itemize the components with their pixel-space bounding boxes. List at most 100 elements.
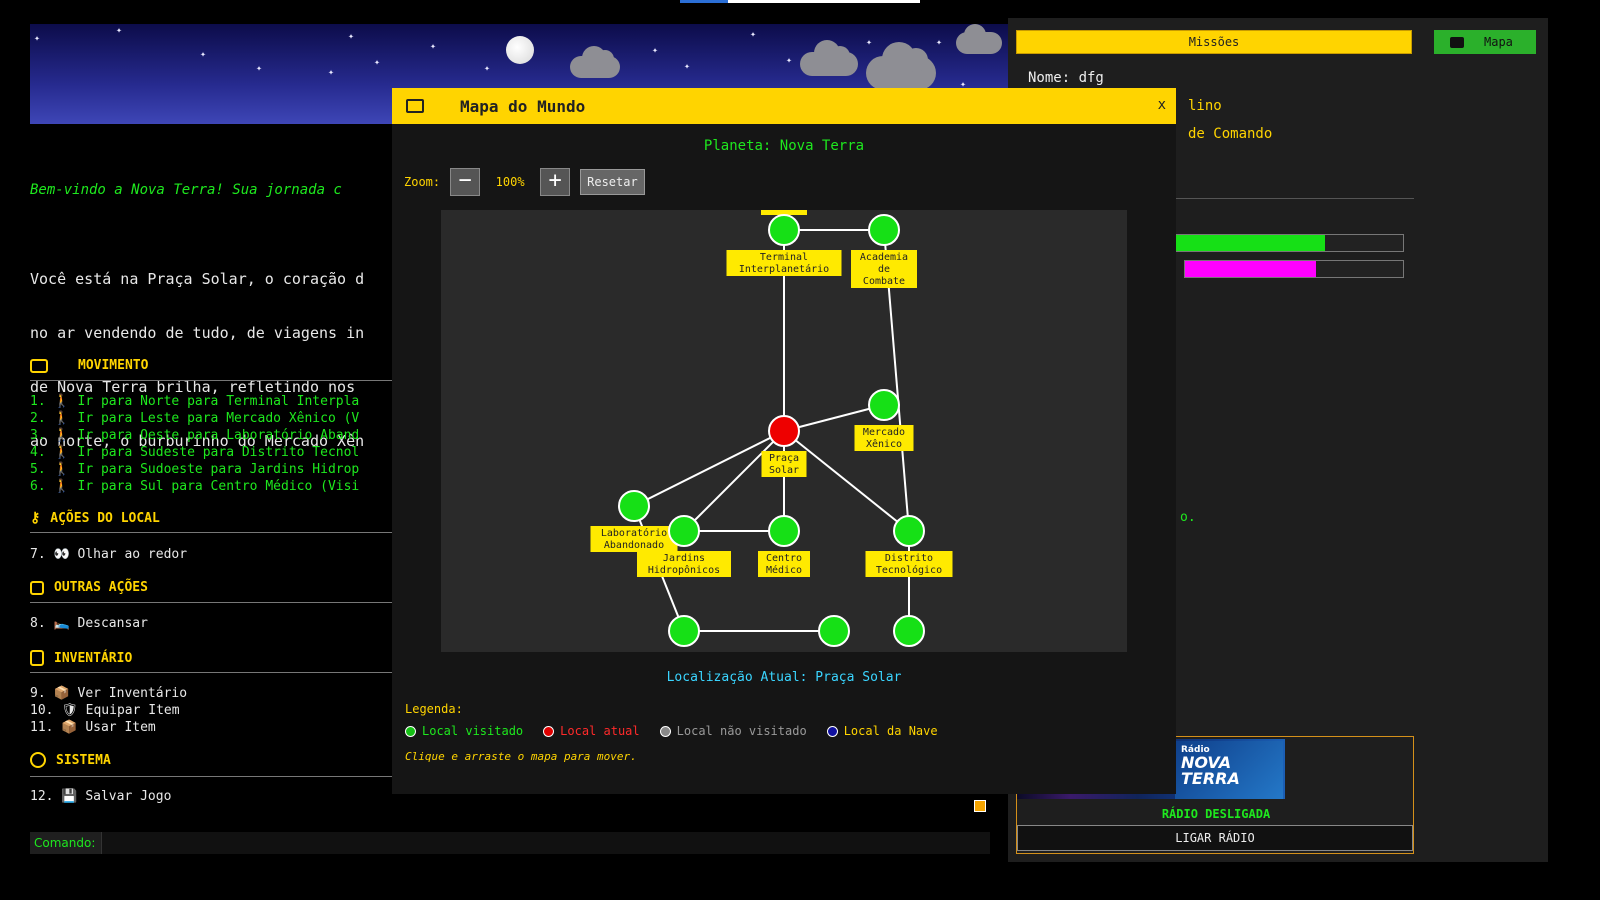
map-node-s2[interactable] bbox=[818, 615, 850, 647]
energy-bar bbox=[1184, 260, 1404, 278]
map-node-label: de bbox=[878, 264, 890, 275]
map-node-label: Centro bbox=[766, 553, 802, 564]
inventory-option[interactable]: 10. 🛡 Equipar Item bbox=[30, 703, 180, 718]
cloud-icon bbox=[956, 24, 1002, 54]
tab-missoes[interactable]: Missões bbox=[1016, 30, 1412, 54]
section-inventario: INVENTÁRIO bbox=[30, 650, 132, 666]
map-icon bbox=[30, 358, 48, 373]
map-node-s3[interactable] bbox=[893, 615, 925, 647]
player-info-line: lino bbox=[1188, 98, 1222, 114]
zoom-label: Zoom: bbox=[404, 175, 441, 189]
tab-mapa-label: Mapa bbox=[1484, 35, 1513, 49]
zoom-in-button[interactable]: + bbox=[540, 168, 571, 196]
command-bar: Comando: bbox=[30, 832, 990, 854]
player-info-line: de Comando bbox=[1188, 126, 1273, 142]
map-node-label: Médico bbox=[766, 564, 802, 576]
map-node-terminal[interactable] bbox=[768, 214, 800, 246]
map-node-centro[interactable] bbox=[768, 515, 800, 547]
reset-zoom-button[interactable]: Resetar bbox=[580, 169, 645, 195]
legend-item: Local da Nave bbox=[826, 724, 938, 738]
legend-title: Legenda: bbox=[405, 702, 463, 716]
command-label: Comando: bbox=[30, 832, 103, 854]
unvisited-dot-icon bbox=[659, 725, 671, 737]
legend-item: Local atual bbox=[543, 724, 640, 738]
map-node-label: Distrito bbox=[885, 553, 933, 564]
map-icon bbox=[1450, 36, 1464, 48]
map-node-laboratorio[interactable] bbox=[618, 490, 650, 522]
other-action-option[interactable]: 8. 🛌 Descansar bbox=[30, 616, 148, 631]
section-title: SISTEMA bbox=[56, 752, 111, 768]
map-node-mercado[interactable] bbox=[868, 389, 900, 421]
current-dot-icon bbox=[543, 725, 555, 737]
player-name: Nome: dfg bbox=[1028, 70, 1104, 86]
map-node-label: Academia bbox=[860, 252, 908, 263]
map-node-distrito[interactable] bbox=[893, 515, 925, 547]
legend-label: Local da Nave bbox=[843, 724, 938, 738]
health-bar bbox=[1158, 234, 1404, 252]
map-node-label: Interplanetário bbox=[739, 263, 829, 275]
map-canvas[interactable]: Terminal Interplanetário Academia de Combate… bbox=[441, 210, 1127, 652]
radio-toggle-button[interactable]: LIGAR RÁDIO bbox=[1017, 825, 1413, 851]
inventory-option[interactable]: 9. 📦 Ver Inventário bbox=[30, 686, 187, 701]
top-progress-indicator bbox=[680, 0, 920, 3]
health-bar-fill bbox=[1159, 235, 1325, 251]
map-hint: Clique e arraste o mapa para mover. bbox=[405, 750, 637, 763]
movement-option[interactable]: 5. 🚶 Ir para Sudoeste para Jardins Hidro… bbox=[30, 462, 359, 477]
system-option[interactable]: 12. 💾 Salvar Jogo bbox=[30, 789, 171, 804]
radio-logo: Rádio NOVA TERRA bbox=[1175, 741, 1283, 799]
inventory-option[interactable]: 11. 📦 Usar Item bbox=[30, 720, 156, 735]
movement-option[interactable]: 1. 🚶 Ir para Norte para Terminal Interpl… bbox=[30, 394, 359, 409]
map-node-s1[interactable] bbox=[668, 615, 700, 647]
zoom-out-button[interactable]: − bbox=[450, 168, 481, 196]
energy-bar-fill bbox=[1185, 261, 1316, 277]
legend-item: Local visitado bbox=[405, 724, 523, 738]
section-title: AÇÕES DO LOCAL bbox=[50, 510, 160, 526]
current-location: Localização Atual: Praça Solar bbox=[666, 670, 902, 685]
planet-name: Planeta: Nova Terra bbox=[703, 138, 865, 154]
legend-label: Local visitado bbox=[422, 724, 524, 738]
section-title: OUTRAS AÇÕES bbox=[54, 580, 148, 595]
scroll-indicator[interactable] bbox=[974, 800, 986, 812]
movement-option[interactable]: 4. 🚶 Ir para Sudeste para Distrito Tecno… bbox=[30, 445, 359, 460]
radio-logo-big: TERRA bbox=[1181, 769, 1240, 788]
modal-title: Mapa do Mundo bbox=[460, 96, 586, 116]
map-node-label: Terminal bbox=[760, 252, 808, 263]
radio-status: RÁDIO DESLIGADA bbox=[1161, 807, 1271, 821]
visited-dot-icon bbox=[405, 725, 416, 737]
map-node-label: Abandonado bbox=[604, 540, 664, 551]
modal-header: Mapa do Mundo x bbox=[392, 88, 1176, 124]
map-node-label: Hidropônicos bbox=[648, 564, 720, 576]
moon-icon bbox=[506, 36, 534, 64]
section-outras-acoes: OUTRAS AÇÕES bbox=[30, 580, 148, 595]
movement-option[interactable]: 3. 🚶 Ir para Oeste para Laboratório Aban… bbox=[30, 428, 359, 443]
map-node-praca[interactable] bbox=[768, 415, 800, 447]
key-icon: ⚷ bbox=[30, 510, 41, 526]
map-edge bbox=[683, 430, 785, 532]
local-action-option[interactable]: 7. 👀 Olhar ao redor bbox=[30, 547, 187, 562]
movement-option[interactable]: 2. 🚶 Ir para Leste para Mercado Xênico (… bbox=[30, 411, 359, 426]
legend-item: Local não visitado bbox=[659, 724, 807, 738]
map-node-label: Praça bbox=[769, 453, 799, 464]
legend-label: Local não visitado bbox=[676, 724, 807, 738]
section-title: INVENTÁRIO bbox=[54, 650, 133, 666]
map-node-label: Combate bbox=[863, 276, 905, 287]
map-nodes: TerminalInterplanetário AcademiadeCombate… bbox=[590, 214, 953, 647]
tab-mapa[interactable]: Mapa bbox=[1434, 30, 1536, 54]
map-node-label: Jardins bbox=[663, 553, 705, 564]
map-node-label: Xênico bbox=[866, 438, 902, 450]
map-node-jardins[interactable] bbox=[668, 515, 700, 547]
zoom-value: 100% bbox=[495, 175, 525, 189]
close-button[interactable]: x bbox=[1158, 97, 1166, 113]
zoom-controls: Zoom: − 100% + Resetar bbox=[404, 168, 645, 196]
ship-dot-icon bbox=[826, 725, 838, 737]
section-sistema: SISTEMA bbox=[30, 752, 111, 768]
section-movimento: MOVIMENTO bbox=[30, 358, 148, 373]
cloud-icon bbox=[800, 40, 858, 76]
map-node-label: Mercado bbox=[863, 427, 905, 438]
command-input[interactable] bbox=[102, 832, 990, 854]
movement-option[interactable]: 6. 🚶 Ir para Sul para Centro Médico (Vis… bbox=[30, 479, 359, 494]
legend: Local visitado Local atual Local não vis… bbox=[405, 724, 938, 738]
cloud-icon bbox=[866, 42, 936, 90]
map-node-label: Solar bbox=[769, 465, 799, 476]
map-node-academia[interactable] bbox=[868, 214, 900, 246]
